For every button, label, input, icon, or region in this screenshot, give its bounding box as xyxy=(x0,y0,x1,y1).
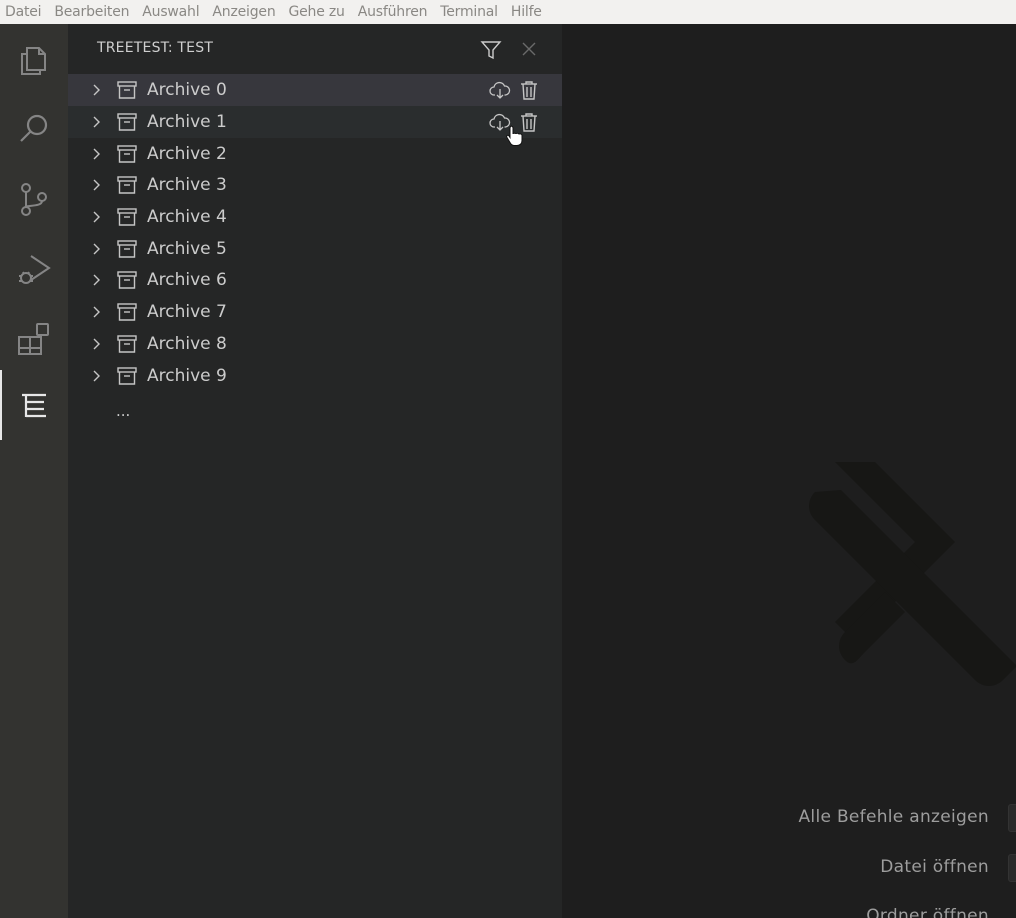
chevron-right-icon[interactable] xyxy=(88,241,104,257)
archive-icon xyxy=(117,208,137,226)
tree-item-label: Archive 3 xyxy=(147,175,227,195)
tree-item-archive-7[interactable]: Archive 7 xyxy=(68,296,562,328)
sidebar-header: TREETEST: TEST xyxy=(68,24,562,74)
cloud-download-icon[interactable] xyxy=(489,79,511,101)
menu-hilfe[interactable]: Hilfe xyxy=(511,0,542,24)
source-control-icon[interactable] xyxy=(0,164,68,234)
menu-gehe-zu[interactable]: Gehe zu xyxy=(289,0,345,24)
menu-bearbeiten[interactable]: Bearbeiten xyxy=(54,0,129,24)
tree-item-archive-8[interactable]: Archive 8 xyxy=(68,328,562,360)
tree-item-label: Archive 9 xyxy=(147,366,227,386)
menu-bar: Datei Bearbeiten Auswahl Anzeigen Gehe z… xyxy=(0,0,1016,24)
menu-datei[interactable]: Datei xyxy=(5,0,42,24)
menu-auswahl[interactable]: Auswahl xyxy=(142,0,199,24)
search-icon[interactable] xyxy=(0,94,68,164)
archive-icon xyxy=(117,81,137,99)
chevron-right-icon[interactable] xyxy=(88,368,104,384)
close-icon[interactable] xyxy=(520,40,538,58)
chevron-right-icon[interactable] xyxy=(88,304,104,320)
sidebar-title: TREETEST: TEST xyxy=(97,40,214,56)
archive-icon xyxy=(117,303,137,321)
archive-icon xyxy=(117,145,137,163)
tree-item-archive-5[interactable]: Archive 5 xyxy=(68,233,562,265)
hint-open-folder: Ordner öffnen xyxy=(866,906,989,918)
trash-icon[interactable] xyxy=(518,79,540,101)
chevron-right-icon[interactable] xyxy=(88,209,104,225)
tree-item-label: Archive 8 xyxy=(147,334,227,354)
tree-item-label: Archive 4 xyxy=(147,207,227,227)
hint-show-all-commands: Alle Befehle anzeigen xyxy=(798,807,989,827)
tree-item-label: Archive 6 xyxy=(147,270,227,290)
explorer-icon[interactable] xyxy=(0,24,68,94)
chevron-right-icon[interactable] xyxy=(88,336,104,352)
archive-icon xyxy=(117,113,137,131)
tree-item-archive-4[interactable]: Archive 4 xyxy=(68,201,562,233)
tree-item-label: Archive 0 xyxy=(147,80,227,100)
activity-bar xyxy=(0,24,68,918)
tree-item-label: Archive 1 xyxy=(147,112,227,132)
keybinding-badge xyxy=(1008,854,1016,882)
tree-item-archive-3[interactable]: Archive 3 xyxy=(68,169,562,201)
hand-cursor-icon xyxy=(506,125,523,146)
tree-item-archive-0[interactable]: Archive 0 xyxy=(68,74,562,106)
chevron-right-icon[interactable] xyxy=(88,114,104,130)
chevron-right-icon[interactable] xyxy=(88,272,104,288)
load-more-item[interactable]: ... xyxy=(116,402,130,420)
tree-item-archive-2[interactable]: Archive 2 xyxy=(68,138,562,170)
chevron-right-icon[interactable] xyxy=(88,146,104,162)
archive-icon xyxy=(117,335,137,353)
editor-area: Alle Befehle anzeigen Datei öffnen Ordne… xyxy=(562,24,1016,918)
tree-item-label: Archive 7 xyxy=(147,302,227,322)
keybinding-badge xyxy=(1008,804,1016,832)
menu-terminal[interactable]: Terminal xyxy=(440,0,498,24)
tree-item-label: Archive 2 xyxy=(147,144,227,164)
hint-open-file: Datei öffnen xyxy=(880,857,989,877)
archive-icon xyxy=(117,176,137,194)
archive-icon xyxy=(117,367,137,385)
archive-icon xyxy=(117,240,137,258)
tree-item-archive-1[interactable]: Archive 1 xyxy=(68,106,562,138)
chevron-right-icon[interactable] xyxy=(88,177,104,193)
menu-ausfuehren[interactable]: Ausführen xyxy=(358,0,428,24)
filter-icon[interactable] xyxy=(480,39,502,61)
vscode-logo-icon xyxy=(809,462,1016,686)
tree-item-label: Archive 5 xyxy=(147,239,227,259)
menu-anzeigen[interactable]: Anzeigen xyxy=(212,0,275,24)
sidebar: TREETEST: TEST Archive 0 Archive 1 Archi… xyxy=(68,24,562,918)
chevron-right-icon[interactable] xyxy=(88,82,104,98)
archive-icon xyxy=(117,271,137,289)
tree-view-icon[interactable] xyxy=(0,370,68,440)
tree-item-archive-9[interactable]: Archive 9 xyxy=(68,360,562,392)
extensions-icon[interactable] xyxy=(0,304,68,374)
run-debug-icon[interactable] xyxy=(0,234,68,304)
tree-item-archive-6[interactable]: Archive 6 xyxy=(68,264,562,296)
